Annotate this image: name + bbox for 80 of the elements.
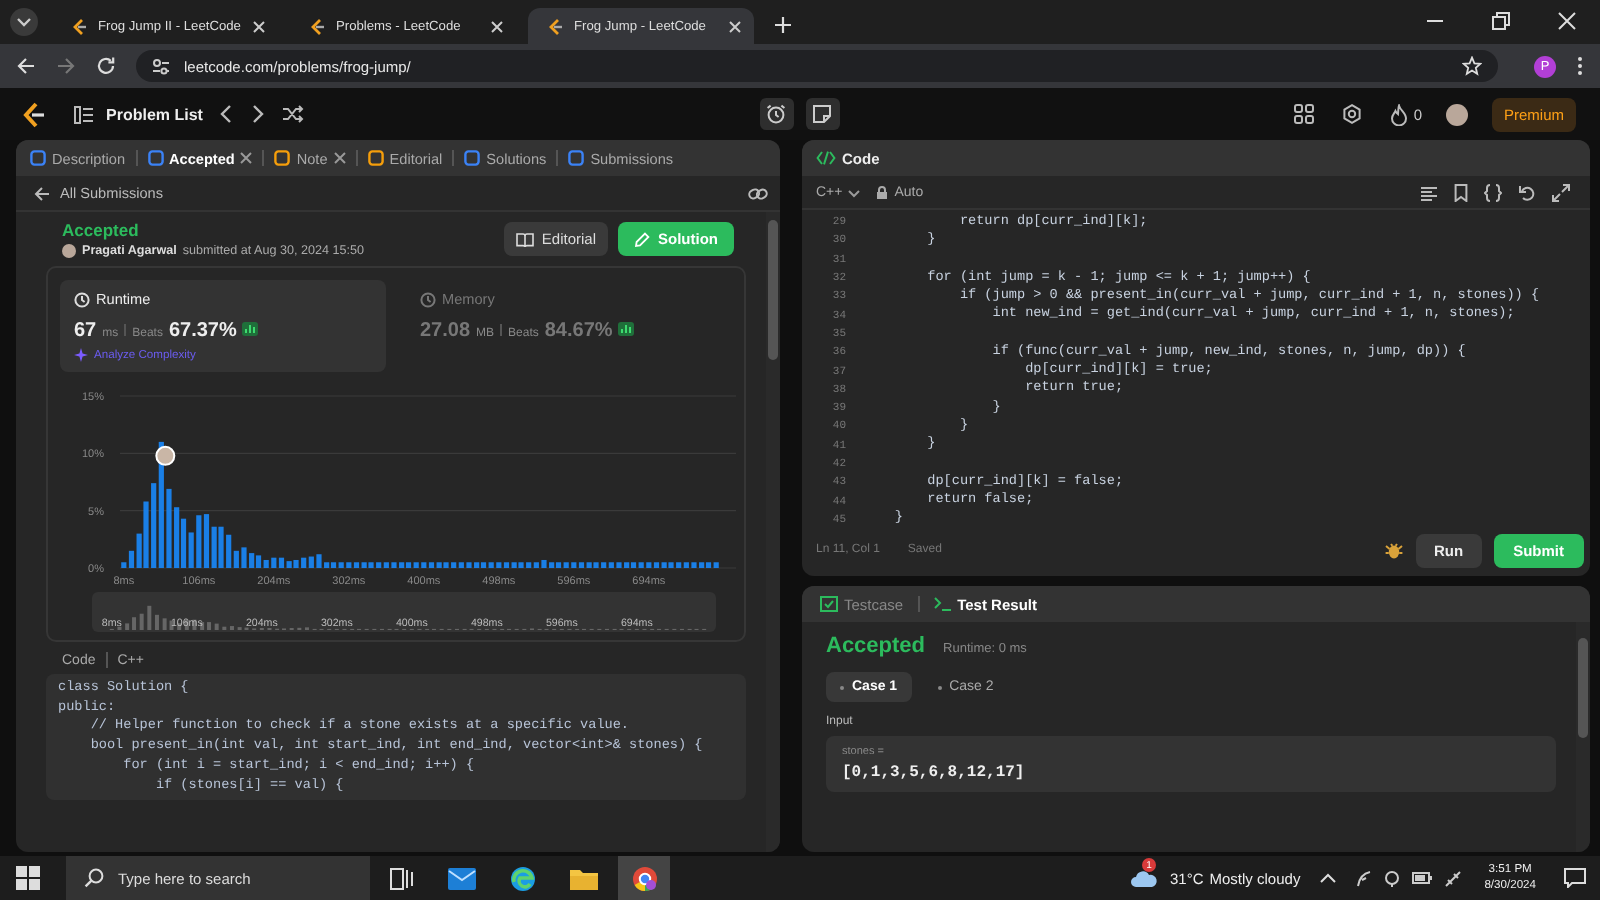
notes-button[interactable] [805, 98, 840, 130]
undo-icon[interactable] [1518, 184, 1536, 203]
chart-badge-icon [618, 322, 635, 336]
grid-icon[interactable] [1293, 104, 1314, 124]
leetcode-logo-icon [310, 17, 326, 35]
code-icon [816, 150, 836, 166]
tab-icon [274, 150, 291, 166]
feather-icon[interactable] [1356, 869, 1373, 887]
sparkle-icon [74, 348, 88, 362]
cloud-icon[interactable] [1130, 868, 1158, 888]
tab-search-button[interactable] [10, 8, 38, 36]
author-avatar [62, 244, 76, 258]
task-view-icon[interactable] [390, 867, 414, 889]
tab-icon [820, 596, 838, 612]
tab-icon [30, 150, 46, 166]
bookmark-icon[interactable] [1454, 184, 1468, 203]
avatar[interactable] [1446, 103, 1468, 125]
note-icon [812, 104, 833, 124]
tab-icon [568, 150, 585, 166]
alarm-clock-icon [766, 104, 787, 124]
chrome-taskbar-button[interactable] [618, 856, 670, 900]
braces-icon[interactable] [1484, 184, 1502, 203]
stat-value: 67 [74, 320, 97, 342]
pencil-icon [634, 231, 650, 247]
submission-status: Accepted [62, 220, 141, 240]
stat-icon [74, 291, 90, 307]
expand-icon[interactable] [1552, 184, 1570, 203]
parameter-value: [0,1,3,5,6,8,12,17] [842, 764, 1027, 782]
link-icon[interactable] [748, 185, 768, 201]
beats-percent: 84.67% [544, 320, 613, 342]
windows-start-icon[interactable] [16, 866, 40, 890]
flame-icon[interactable] [1389, 103, 1408, 125]
settings-icon[interactable] [1341, 104, 1362, 124]
book-icon [515, 231, 534, 247]
timer-button[interactable] [759, 98, 794, 130]
beats-percent: 67.37% [168, 320, 237, 342]
forward-icon[interactable] [56, 56, 76, 76]
close-icon[interactable] [728, 19, 742, 33]
stat-value: 27.08 [420, 320, 471, 342]
format-icon[interactable] [1420, 185, 1438, 202]
chevron-down-icon [16, 14, 32, 30]
previous-icon[interactable] [218, 104, 235, 124]
back-icon[interactable] [16, 56, 36, 76]
leetcode-logo-icon [548, 17, 564, 35]
list-icon [74, 105, 94, 123]
bookmark-star-icon[interactable] [1462, 56, 1482, 76]
chart-badge-icon [242, 322, 259, 336]
mail-icon[interactable] [448, 867, 476, 889]
scrollbar[interactable] [766, 212, 780, 852]
scrollbar[interactable] [1576, 622, 1590, 852]
caret-up-icon[interactable] [1320, 872, 1337, 884]
lock-icon [876, 186, 889, 201]
close-icon[interactable] [252, 19, 266, 33]
next-icon[interactable] [250, 104, 267, 124]
leetcode-logo-icon[interactable] [22, 101, 46, 127]
close-icon[interactable] [490, 19, 504, 33]
bug-icon[interactable] [1383, 540, 1404, 561]
caret-icon [848, 189, 861, 198]
notification-icon[interactable] [1564, 868, 1586, 888]
user-marker [155, 445, 176, 466]
tab-icon [147, 150, 163, 166]
battery-icon[interactable] [1412, 872, 1433, 884]
tab-icon [464, 150, 481, 166]
reload-icon[interactable] [96, 56, 116, 76]
problem-list-link[interactable]: Problem List [106, 105, 203, 123]
stat-icon [420, 291, 436, 307]
restore-icon[interactable] [1492, 12, 1510, 30]
search-icon [84, 868, 104, 888]
site-settings-icon[interactable] [152, 57, 170, 75]
back-arrow-icon[interactable] [34, 185, 50, 201]
new-tab-icon[interactable] [774, 16, 792, 34]
shuffle-icon[interactable] [282, 104, 305, 124]
leetcode-logo-icon [72, 17, 88, 35]
tab-icon [367, 150, 384, 166]
circle-logo-icon [631, 865, 657, 891]
result-status: Accepted [826, 634, 926, 658]
browser-swirl-icon[interactable] [510, 865, 536, 891]
folder-icon[interactable] [570, 867, 598, 889]
menu-icon[interactable] [1576, 56, 1584, 76]
tab-icon [933, 596, 952, 612]
